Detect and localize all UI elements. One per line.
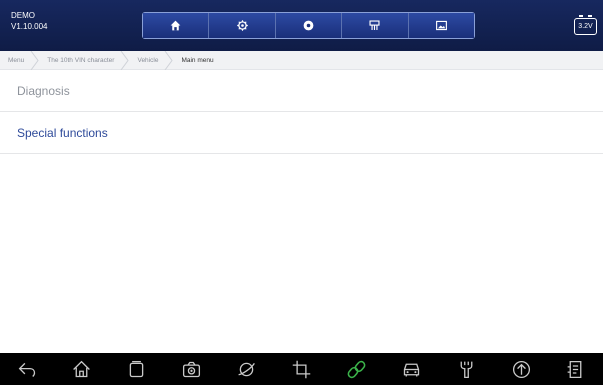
wrench-icon — [460, 361, 473, 378]
menu-item-label: Diagnosis — [17, 83, 70, 98]
browser-button[interactable] — [228, 355, 266, 383]
breadcrumb-item-main-menu: Main menu — [173, 51, 213, 69]
menu-item-label: Special functions — [17, 125, 108, 140]
image-icon — [435, 20, 447, 31]
settings-button[interactable] — [209, 13, 276, 38]
record-icon — [303, 20, 314, 31]
breadcrumb: Menu The 10th VIN character Vehicle Main… — [0, 50, 603, 70]
menu-item-special-functions[interactable]: Special functions — [0, 112, 603, 154]
browser-icon — [238, 362, 255, 376]
bottom-navbar — [0, 353, 603, 385]
menu-item-diagnosis[interactable]: Diagnosis — [0, 70, 603, 112]
chevron-right-icon — [121, 50, 130, 70]
home-icon — [73, 360, 91, 377]
home-button[interactable] — [143, 13, 210, 38]
chevron-right-icon — [30, 50, 39, 70]
breadcrumb-label: Main menu — [181, 56, 214, 64]
upload-button[interactable] — [502, 355, 540, 383]
app-info: DEMO V1.10.004 — [11, 10, 47, 32]
back-button[interactable] — [8, 355, 46, 383]
record-button[interactable] — [275, 13, 343, 38]
report-button[interactable] — [557, 355, 595, 383]
home-icon — [170, 20, 181, 31]
battery-voltage: 3.2V — [574, 15, 597, 35]
crop-button[interactable] — [282, 355, 320, 383]
breadcrumb-item-vin[interactable]: The 10th VIN character — [39, 50, 130, 70]
obd-button[interactable] — [342, 13, 409, 38]
app-version: V1.10.004 — [11, 22, 48, 31]
vehicle-button[interactable] — [392, 355, 430, 383]
repair-button[interactable] — [447, 355, 485, 383]
menu-list: Diagnosis Special functions — [0, 70, 603, 154]
link-icon — [347, 360, 366, 378]
breadcrumb-item-menu[interactable]: Menu — [0, 50, 39, 70]
camera-icon — [183, 361, 201, 377]
camera-button[interactable] — [173, 355, 211, 383]
upload-icon — [512, 360, 530, 378]
car-icon — [403, 363, 419, 376]
obd-icon — [369, 20, 380, 30]
recent-apps-button[interactable] — [118, 355, 156, 383]
chevron-right-icon — [165, 50, 174, 70]
app-name: DEMO — [11, 11, 35, 20]
top-toolbar — [142, 12, 475, 39]
app-header: DEMO V1.10.004 3.2V — [0, 0, 603, 51]
breadcrumb-label: The 10th VIN character — [47, 56, 115, 64]
image-button[interactable] — [408, 13, 475, 38]
recent-apps-icon — [130, 360, 144, 377]
breadcrumb-label: Vehicle — [137, 56, 159, 64]
report-icon — [568, 360, 582, 378]
home-nav-button[interactable] — [63, 355, 101, 383]
link-button[interactable] — [337, 355, 375, 383]
crop-icon — [292, 360, 311, 378]
back-icon — [18, 362, 35, 377]
breadcrumb-label: Menu — [8, 56, 25, 64]
breadcrumb-item-vehicle[interactable]: Vehicle — [129, 50, 174, 70]
settings-icon — [236, 20, 248, 31]
